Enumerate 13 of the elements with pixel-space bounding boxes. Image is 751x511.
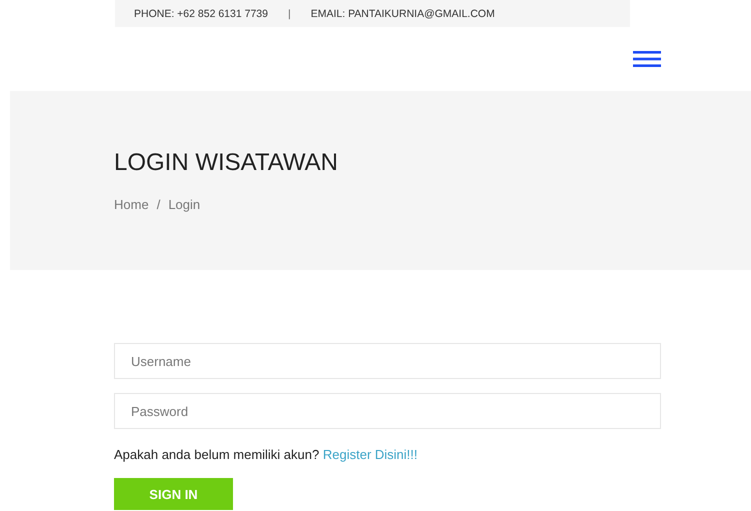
page-title: LOGIN WISATAWAN [114, 149, 340, 177]
separator: | [288, 8, 291, 20]
register-link[interactable]: Register Disini!!! [322, 447, 418, 462]
breadcrumb-item: Login [168, 197, 200, 212]
menu-icon[interactable] [633, 51, 661, 67]
breadcrumb-item: / [156, 197, 160, 212]
breadcrumb-link[interactable]: Home [114, 197, 149, 212]
sign-in-button[interactable]: SIGN IN [114, 478, 233, 510]
username-field[interactable]: Username [114, 343, 661, 379]
register-prompt: Apakah anda belum memiliki akun? Register Disini!!! [114, 447, 418, 462]
password-field[interactable]: Password [114, 393, 661, 429]
email-text: EMAIL: PANTAIKURNIA@GMAIL.COM [310, 8, 495, 20]
phone-text: PHONE: +62 852 6131 7739 [134, 8, 268, 20]
